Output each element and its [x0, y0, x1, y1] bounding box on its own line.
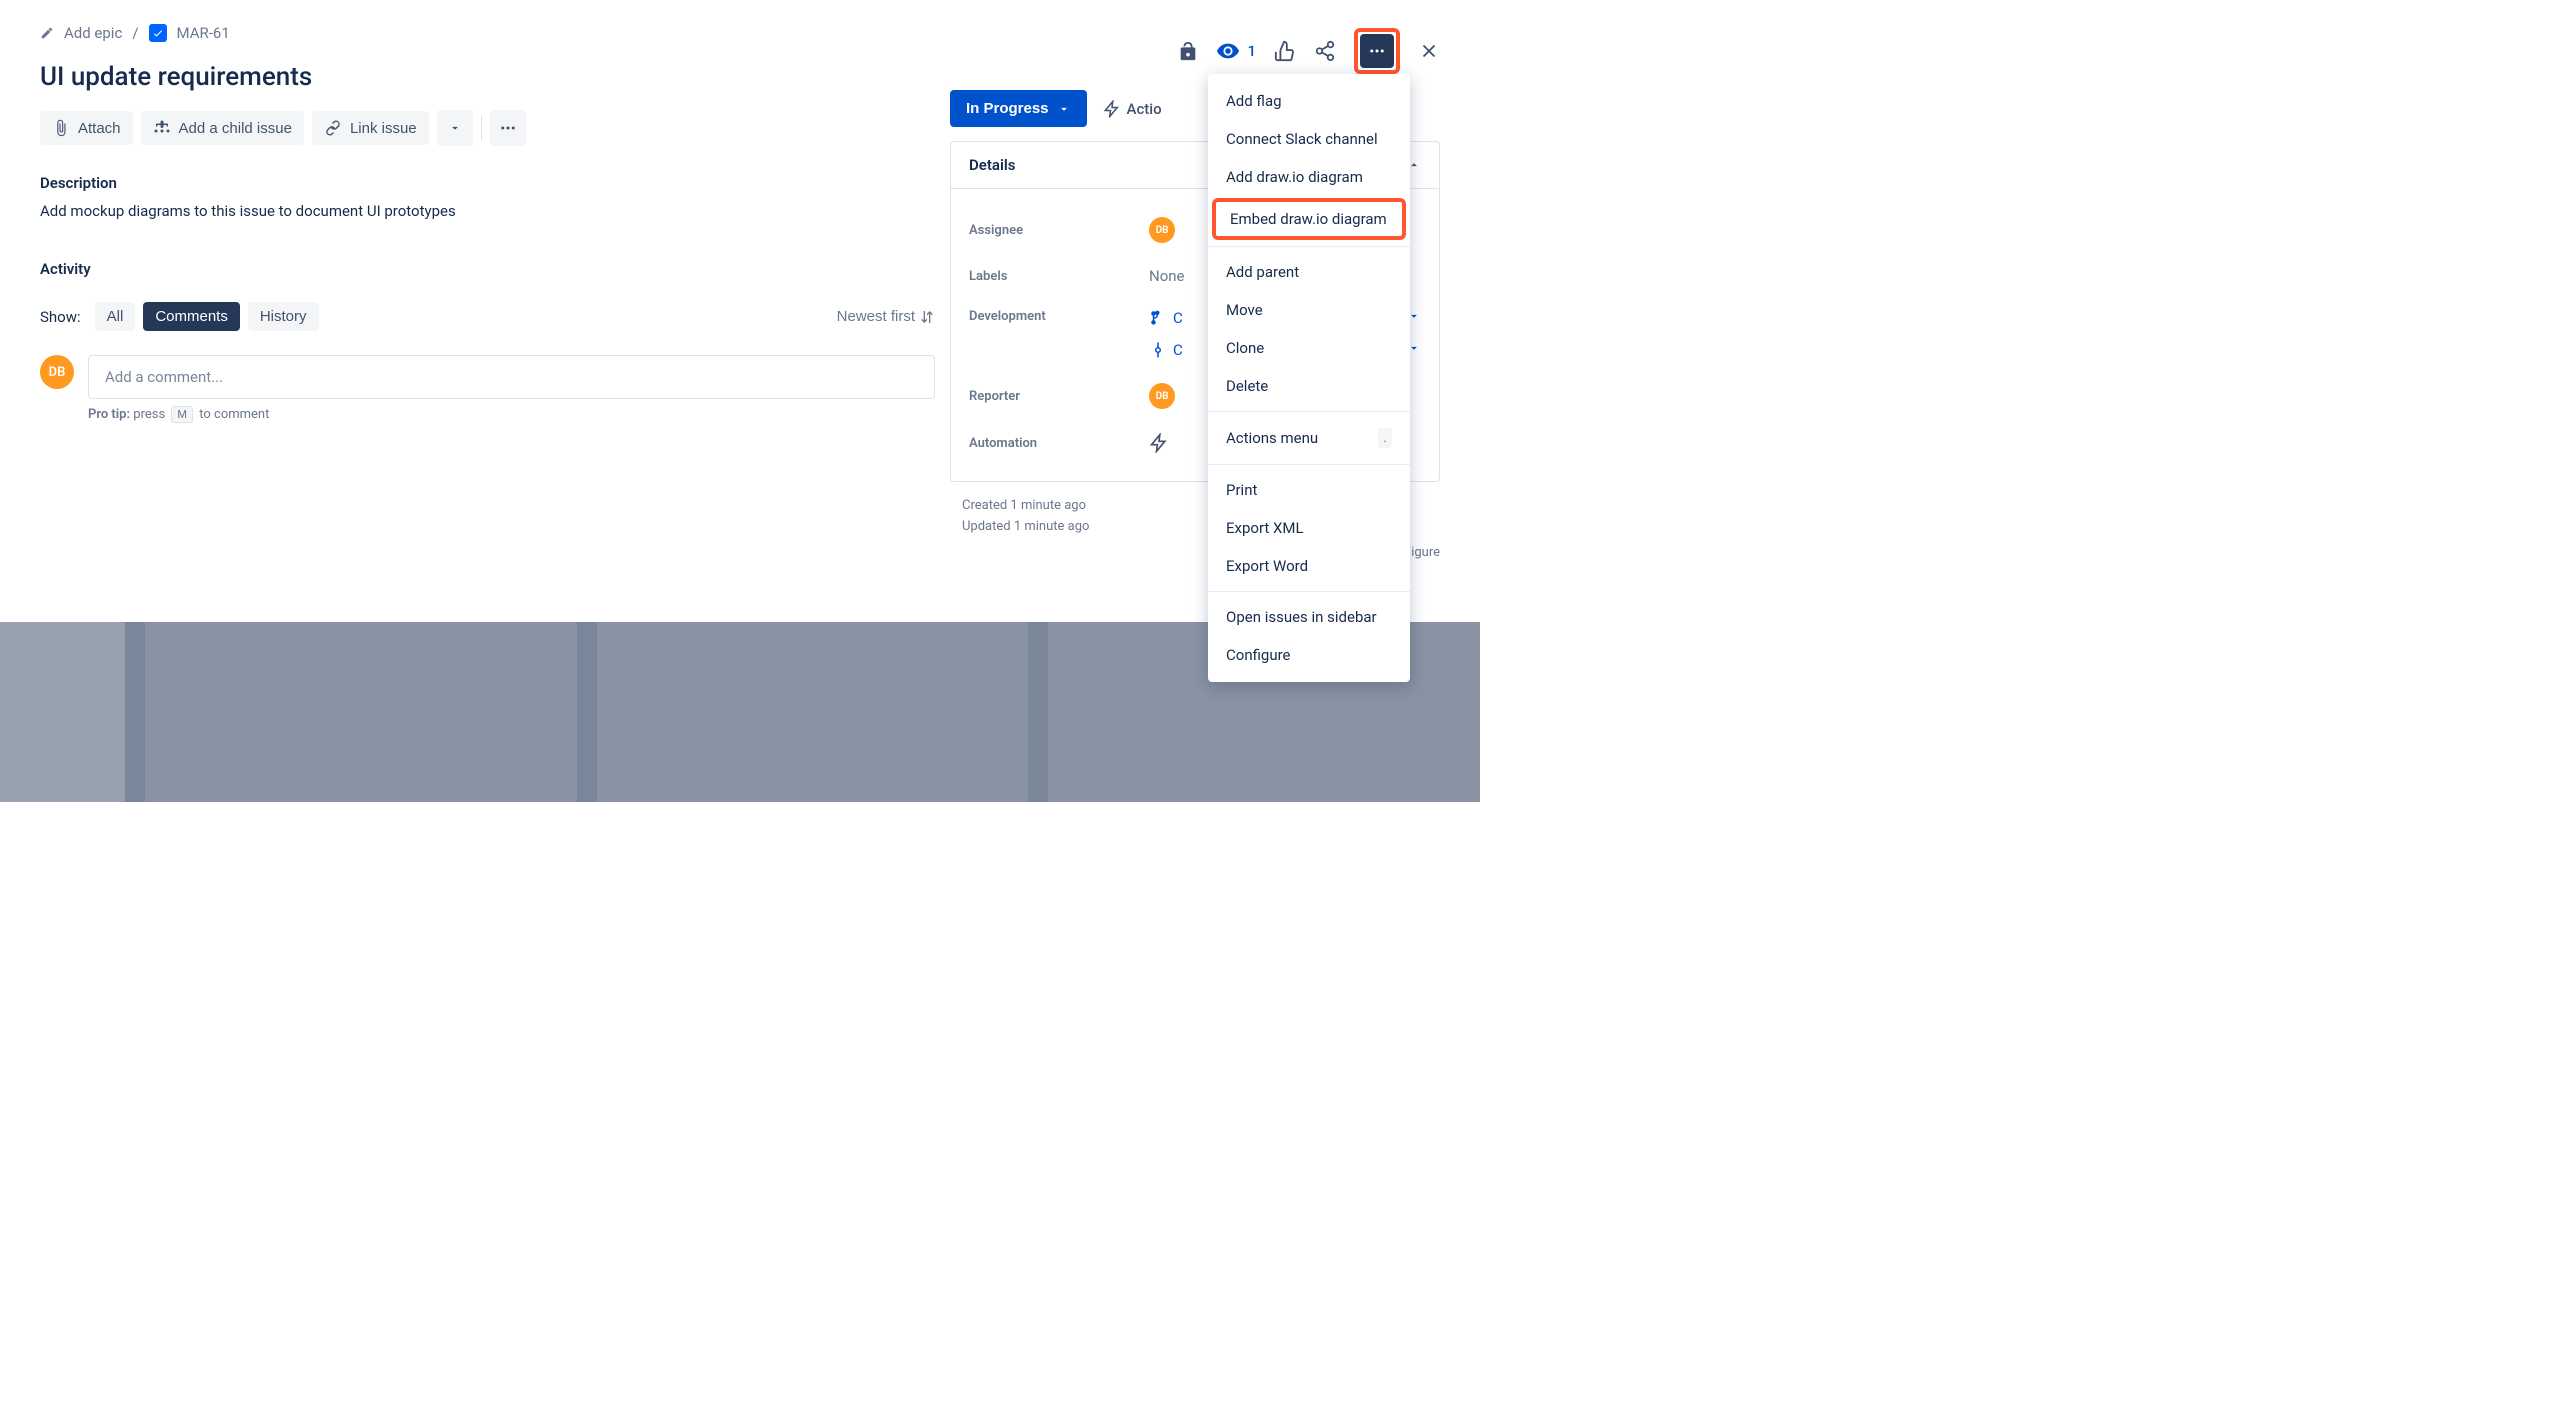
eye-icon	[1217, 40, 1239, 62]
lightning-icon	[1149, 433, 1169, 453]
link-icon	[324, 119, 342, 137]
description-text[interactable]: Add mockup diagrams to this issue to doc…	[40, 202, 935, 220]
branch-icon	[1149, 309, 1167, 327]
add-child-issue-button[interactable]: Add a child issue	[141, 111, 304, 145]
commit-icon	[1149, 341, 1167, 359]
menu-add-parent[interactable]: Add parent	[1208, 253, 1410, 291]
more-horizontal-icon	[499, 119, 517, 137]
vote-button[interactable]	[1274, 40, 1296, 62]
filter-all-button[interactable]: All	[95, 302, 136, 331]
status-button[interactable]: In Progress	[950, 90, 1087, 127]
link-issue-button[interactable]: Link issue	[312, 111, 429, 145]
lock-button[interactable]	[1177, 40, 1199, 62]
chevron-down-icon	[1057, 102, 1071, 116]
activity-label: Activity	[40, 260, 935, 278]
menu-print[interactable]: Print	[1208, 471, 1410, 509]
configure-link-partial[interactable]: igure	[1411, 545, 1440, 560]
close-icon	[1418, 40, 1440, 62]
child-issue-icon	[153, 119, 171, 137]
attachment-icon	[52, 119, 70, 137]
menu-dot-icon: .	[1378, 428, 1392, 448]
chevron-down-icon	[448, 121, 462, 135]
share-icon	[1314, 40, 1336, 62]
more-actions-dropdown: Add flag Connect Slack channel Add draw.…	[1208, 74, 1410, 682]
watch-count: 1	[1247, 42, 1256, 60]
menu-add-drawio[interactable]: Add draw.io diagram	[1208, 158, 1410, 196]
menu-move[interactable]: Move	[1208, 291, 1410, 329]
user-avatar[interactable]: DB	[40, 355, 74, 389]
menu-open-sidebar[interactable]: Open issues in sidebar	[1208, 598, 1410, 636]
menu-divider	[1208, 464, 1410, 465]
show-label: Show:	[40, 308, 81, 326]
assignee-avatar: DB	[1149, 217, 1175, 243]
thumbs-up-icon	[1274, 40, 1296, 62]
menu-embed-drawio[interactable]: Embed draw.io diagram	[1216, 202, 1402, 236]
description-label: Description	[40, 174, 935, 192]
menu-divider	[1208, 591, 1410, 592]
menu-divider	[1208, 246, 1410, 247]
more-button-highlight	[1354, 28, 1400, 74]
issue-key-link[interactable]: MAR-61	[177, 24, 230, 42]
share-button[interactable]	[1314, 40, 1336, 62]
comment-input[interactable]: Add a comment...	[88, 355, 935, 399]
issue-toolbar: Attach Add a child issue Link issue	[40, 110, 935, 146]
filter-comments-button[interactable]: Comments	[143, 302, 240, 331]
more-actions-button[interactable]	[1360, 34, 1394, 68]
pencil-icon	[40, 26, 54, 40]
add-epic-link[interactable]: Add epic	[64, 24, 122, 42]
watch-button[interactable]	[1217, 40, 1239, 62]
task-icon	[149, 24, 167, 42]
sort-icon	[919, 309, 935, 325]
unlock-icon	[1177, 40, 1199, 62]
more-horizontal-icon	[1368, 40, 1386, 62]
menu-add-flag[interactable]: Add flag	[1208, 82, 1410, 120]
link-issue-dropdown[interactable]	[437, 110, 473, 146]
menu-export-word[interactable]: Export Word	[1208, 547, 1410, 585]
menu-clone[interactable]: Clone	[1208, 329, 1410, 367]
issue-title[interactable]: UI update requirements	[40, 62, 935, 92]
menu-actions-menu[interactable]: Actions menu .	[1208, 418, 1410, 458]
toolbar-divider	[481, 116, 482, 140]
filter-history-button[interactable]: History	[248, 302, 319, 331]
breadcrumb: Add epic / MAR-61	[40, 24, 935, 42]
menu-embed-highlight: Embed draw.io diagram	[1212, 198, 1406, 240]
lightning-icon	[1103, 100, 1121, 118]
actions-dropdown[interactable]: Actio	[1103, 100, 1162, 118]
close-button[interactable]	[1418, 40, 1440, 62]
sort-button[interactable]: Newest first	[837, 308, 935, 325]
attach-button[interactable]: Attach	[40, 111, 133, 145]
reporter-avatar: DB	[1149, 383, 1175, 409]
menu-divider	[1208, 411, 1410, 412]
breadcrumb-separator: /	[132, 24, 138, 42]
menu-configure[interactable]: Configure	[1208, 636, 1410, 674]
menu-delete[interactable]: Delete	[1208, 367, 1410, 405]
menu-export-xml[interactable]: Export XML	[1208, 509, 1410, 547]
menu-connect-slack[interactable]: Connect Slack channel	[1208, 120, 1410, 158]
pro-tip: Pro tip: press M to comment	[88, 407, 935, 422]
toolbar-more-button[interactable]	[490, 110, 526, 146]
